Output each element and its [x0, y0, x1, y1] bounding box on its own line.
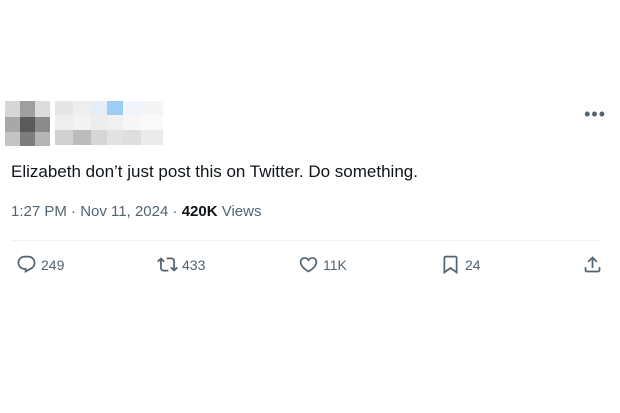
views-label: Views — [221, 203, 262, 220]
bookmark-button[interactable]: 24 — [440, 254, 481, 275]
like-count: 11K — [323, 256, 347, 273]
meta-separator: · — [71, 203, 77, 220]
bookmark-count: 24 — [465, 256, 481, 273]
action-bar: 249 433 11K 24 — [0, 254, 620, 278]
tweet-time[interactable]: 1:27 PM — [11, 203, 67, 220]
divider — [11, 240, 602, 241]
reply-icon — [17, 255, 36, 273]
share-button[interactable] — [582, 254, 607, 275]
like-button[interactable]: 11K — [298, 254, 347, 275]
retweet-button[interactable]: 433 — [157, 254, 205, 275]
tweet-date[interactable]: Nov 11, 2024 — [80, 203, 168, 220]
tweet-text: Elizabeth don’t just post this on Twitte… — [11, 162, 418, 181]
tweet-metadata: 1:27 PM · Nov 11, 2024 · 420K Views — [11, 203, 261, 220]
reply-count: 249 — [41, 256, 65, 273]
retweet-count: 433 — [182, 256, 206, 273]
retweet-icon — [157, 257, 178, 272]
meta-separator: · — [172, 203, 178, 220]
bookmark-icon — [443, 255, 458, 275]
views-count: 420K — [181, 203, 218, 220]
tweet-card: ••• Elizabeth don’t just post this on Tw… — [0, 0, 620, 413]
more-horizontal-icon[interactable]: ••• — [584, 104, 606, 125]
reply-button[interactable]: 249 — [16, 254, 64, 275]
share-icon — [584, 256, 601, 273]
heart-icon — [299, 257, 318, 273]
